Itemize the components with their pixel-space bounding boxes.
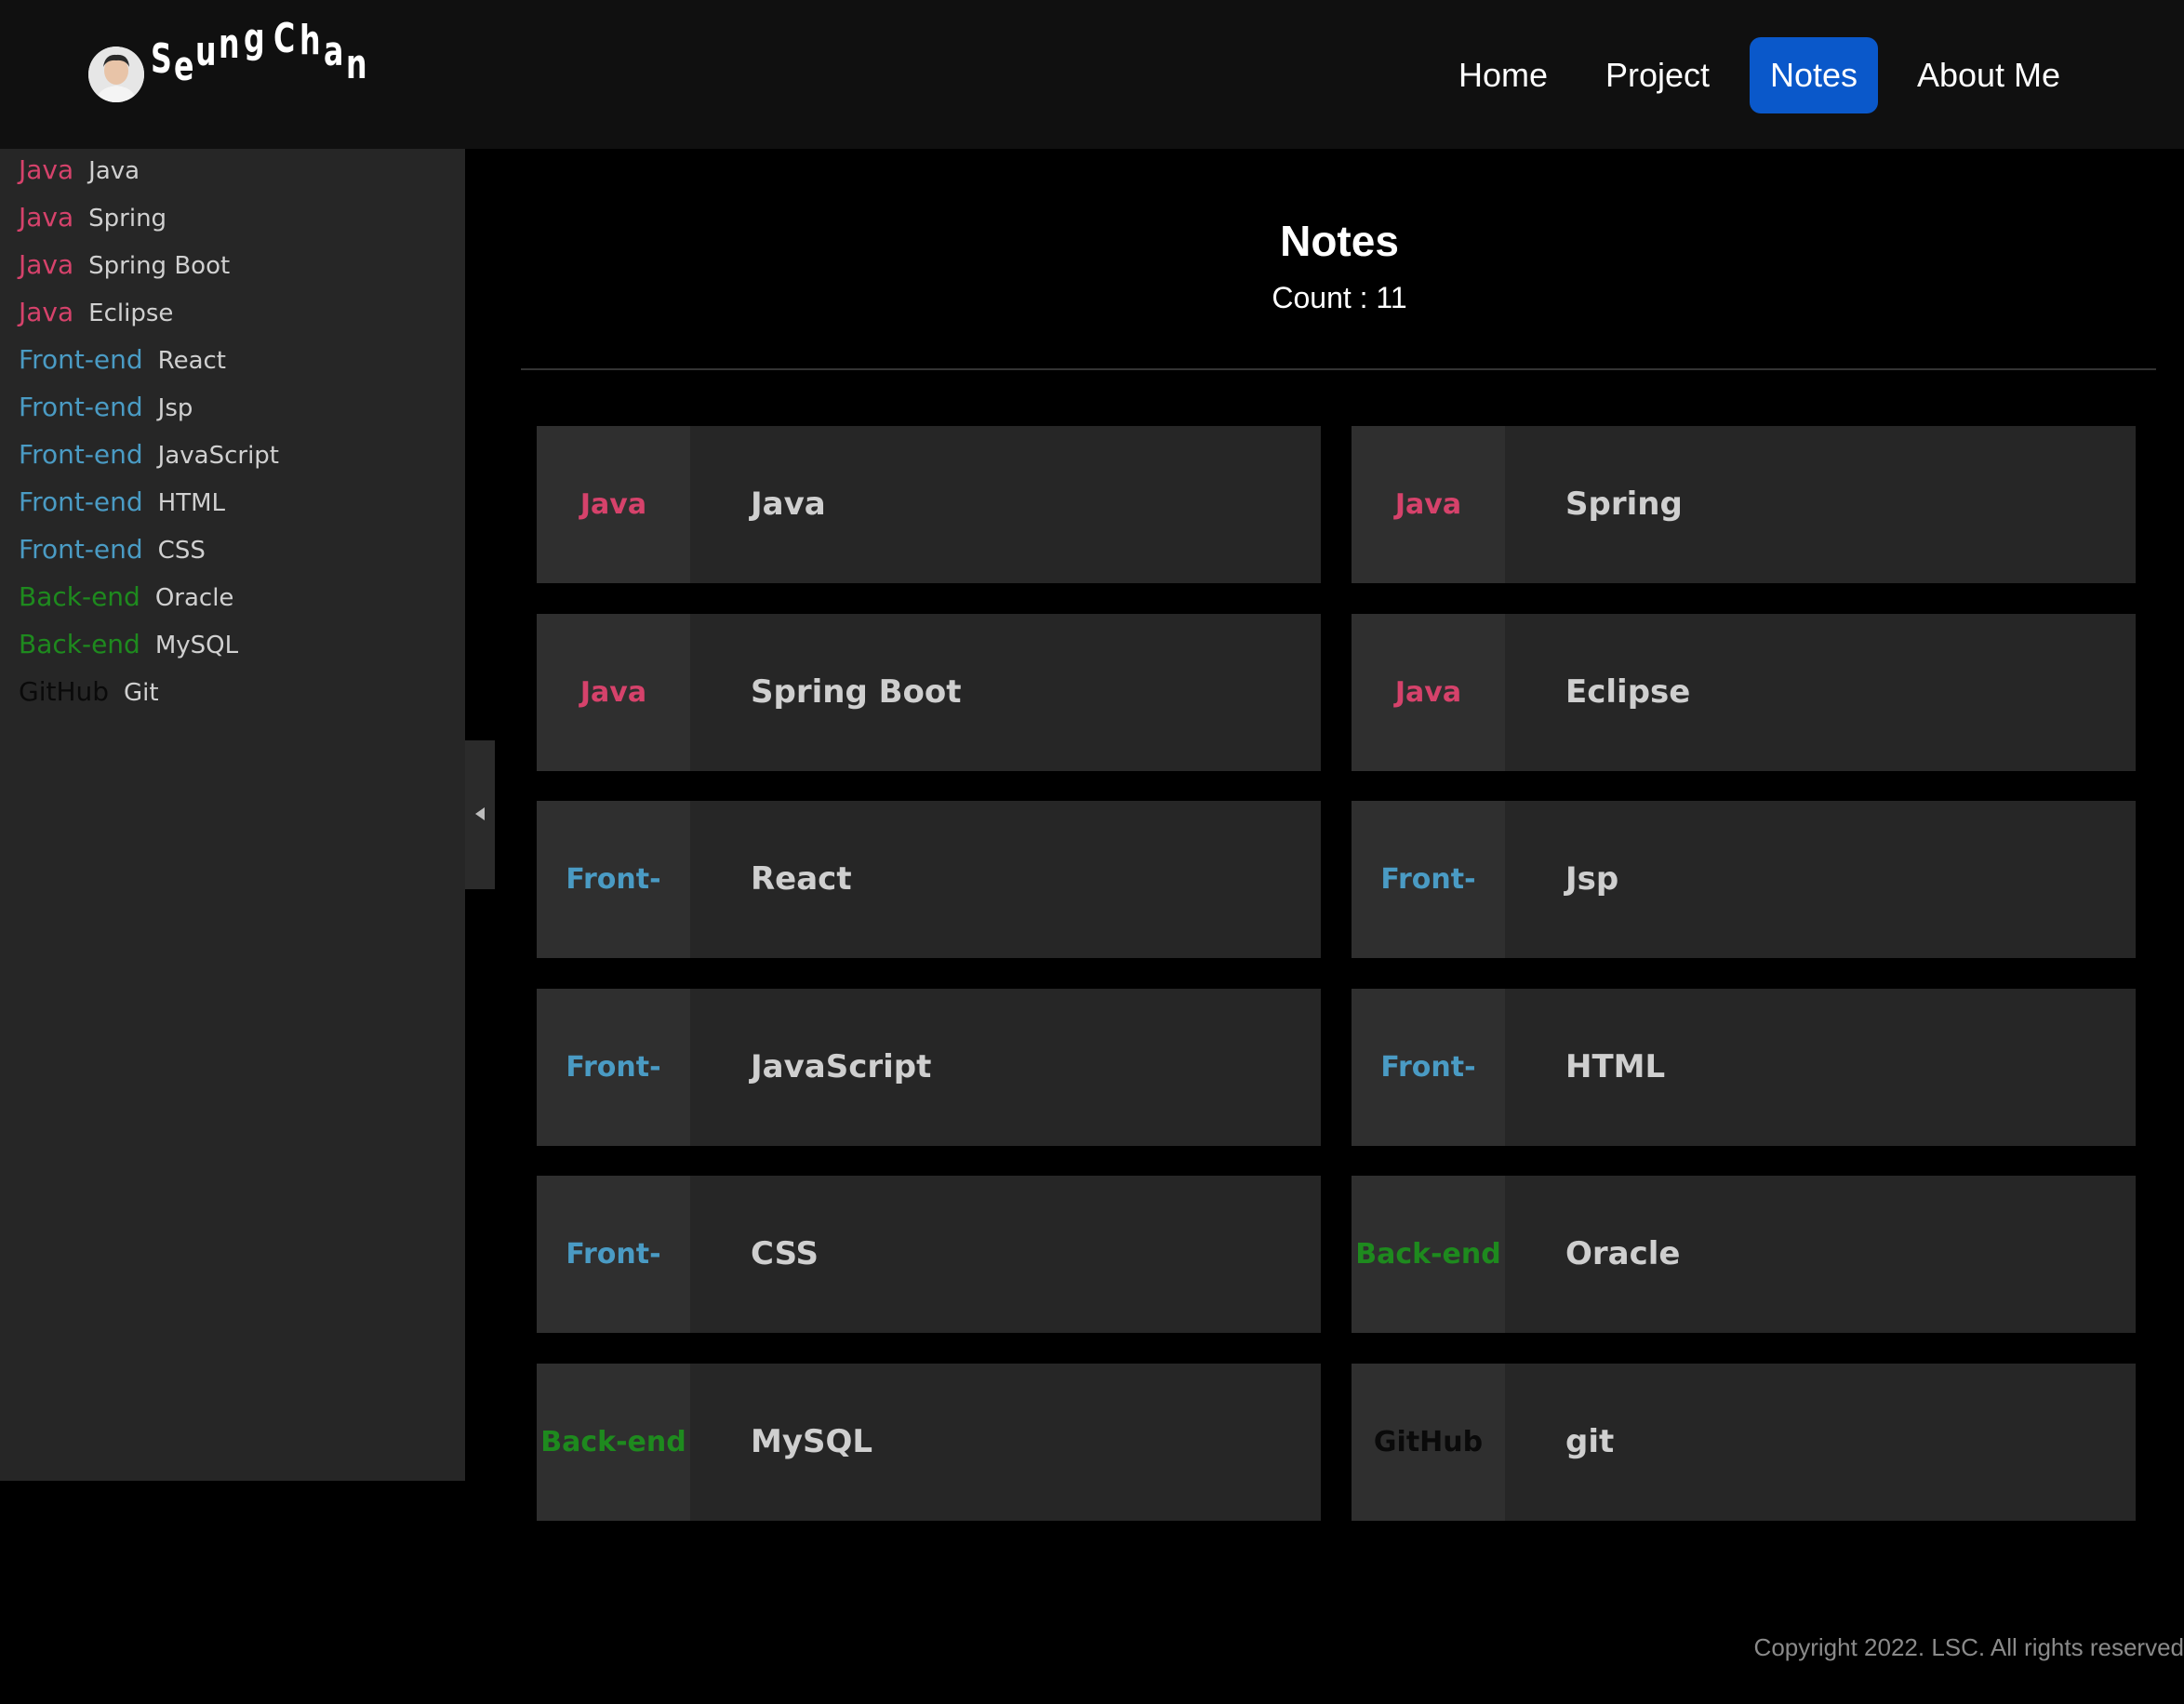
- top-header: SeungChan Home Project Notes About Me: [0, 0, 2184, 149]
- sidebar-item-category: Front-end: [19, 392, 143, 422]
- sidebar-item[interactable]: Back-end Oracle: [19, 579, 233, 616]
- nav-home[interactable]: Home: [1440, 37, 1566, 113]
- note-card[interactable]: Front-end Jsp: [1352, 801, 2136, 1053]
- divider: [521, 368, 2156, 370]
- note-card-title: Eclipse: [1565, 672, 1691, 711]
- note-card[interactable]: Back-end MySQL: [537, 1363, 1321, 1521]
- note-card-category: Front-end: [1352, 988, 1505, 1241]
- caret-left-icon: [475, 807, 485, 820]
- sidebar-item-category: Java: [19, 297, 74, 327]
- sidebar-item-title: JavaScript: [157, 442, 280, 470]
- sidebar-item-title: Jsp: [157, 394, 193, 422]
- note-card-title: React: [751, 860, 852, 898]
- nav-project[interactable]: Project: [1592, 37, 1723, 113]
- sidebar-item-title: Git: [124, 679, 159, 707]
- sidebar-item-title: CSS: [157, 537, 206, 565]
- sidebar-item-title: MySQL: [154, 632, 239, 659]
- note-card[interactable]: Java Spring Boot: [537, 613, 1321, 771]
- sidebar-item-category: Front-end: [19, 534, 143, 565]
- sidebar-item[interactable]: Java Spring: [19, 199, 166, 236]
- nav-about-me[interactable]: About Me: [1903, 37, 2074, 113]
- main-nav: Home Project Notes About Me: [0, 37, 2184, 113]
- sidebar-item-title: React: [157, 347, 226, 375]
- note-card-category: Front-end: [537, 988, 690, 1241]
- note-card-title: HTML: [1565, 1047, 1666, 1085]
- nav-notes[interactable]: Notes: [1750, 37, 1878, 113]
- sidebar-item[interactable]: Java Spring Boot: [19, 246, 230, 284]
- sidebar-item[interactable]: Front-end React: [19, 341, 226, 379]
- note-card-category: Java: [537, 426, 690, 583]
- sidebar-item[interactable]: Front-end Jsp: [19, 389, 193, 426]
- note-card-title: Oracle: [1565, 1235, 1681, 1272]
- note-card-category: Java: [537, 613, 690, 771]
- sidebar-item-category: Back-end: [19, 629, 140, 659]
- note-card-title: Spring Boot: [751, 672, 962, 711]
- notes-sidebar: Java Java Java Spring Java Spring Boot Java Ecl…: [0, 149, 465, 1481]
- note-card[interactable]: Front-end HTML: [1352, 988, 2136, 1241]
- sidebar-item[interactable]: Java Java: [19, 152, 140, 189]
- note-card[interactable]: Java Eclipse: [1352, 613, 2136, 771]
- sidebar-item-title: Oracle: [154, 584, 234, 612]
- sidebar-item-title: Spring: [88, 205, 167, 233]
- note-card-title: git: [1565, 1422, 1615, 1460]
- note-card-category: Front-end: [537, 1176, 690, 1428]
- note-card-category: Back-end: [1352, 1176, 1505, 1333]
- sidebar-item[interactable]: Front-end CSS: [19, 531, 206, 568]
- sidebar-item-category: Front-end: [19, 486, 143, 517]
- page-title: Notes: [1280, 217, 1399, 265]
- note-card-title: Jsp: [1565, 860, 1619, 898]
- sidebar-item-category: Java: [19, 202, 74, 233]
- notes-count: Count : 11: [1272, 281, 1407, 314]
- note-card[interactable]: Front-end React: [537, 801, 1321, 1053]
- sidebar-item-category: Back-end: [19, 581, 140, 612]
- sidebar-item-category: Java: [19, 154, 74, 185]
- note-card-title: JavaScript: [751, 1047, 932, 1085]
- copyright-text: Copyright 2022. LSC. All rights reserved: [1753, 1633, 2184, 1661]
- note-card-category: Back-end: [537, 1363, 690, 1521]
- note-card[interactable]: GitHub git: [1352, 1363, 2136, 1521]
- sidebar-item[interactable]: Java Eclipse: [19, 294, 173, 331]
- sidebar-item[interactable]: Front-end HTML: [19, 484, 225, 521]
- note-card[interactable]: Front-end JavaScript: [537, 988, 1321, 1241]
- note-card[interactable]: Back-end Oracle: [1352, 1176, 2136, 1333]
- note-card[interactable]: Java Java: [537, 426, 1321, 583]
- sidebar-toggle-button[interactable]: [465, 740, 495, 889]
- note-card[interactable]: Java Spring: [1352, 426, 2136, 583]
- sidebar-item-title: Eclipse: [88, 300, 174, 327]
- note-card-category: Java: [1352, 613, 1505, 771]
- note-card-title: CSS: [751, 1235, 819, 1272]
- sidebar-item-category: GitHub: [19, 676, 110, 707]
- sidebar-item[interactable]: GitHub Git: [19, 673, 159, 711]
- sidebar-item-category: Front-end: [19, 439, 143, 470]
- note-card-category: Front-end: [1352, 801, 1505, 1053]
- sidebar-item-title: Spring Boot: [88, 252, 231, 280]
- sidebar-item[interactable]: Front-end JavaScript: [19, 436, 279, 473]
- note-card[interactable]: Front-end CSS: [537, 1176, 1321, 1428]
- note-card-title: MySQL: [751, 1422, 873, 1460]
- note-card-title: Spring: [1565, 486, 1683, 523]
- note-card-category: GitHub: [1352, 1363, 1505, 1521]
- sidebar-item[interactable]: Back-end MySQL: [19, 626, 238, 663]
- sidebar-item-title: Java: [88, 157, 140, 185]
- note-card-category: Front-end: [537, 801, 690, 1053]
- sidebar-item-category: Java: [19, 249, 74, 280]
- sidebar-item-title: HTML: [157, 489, 226, 517]
- note-card-title: Java: [751, 486, 826, 523]
- note-card-category: Java: [1352, 426, 1505, 583]
- sidebar-item-category: Front-end: [19, 344, 143, 375]
